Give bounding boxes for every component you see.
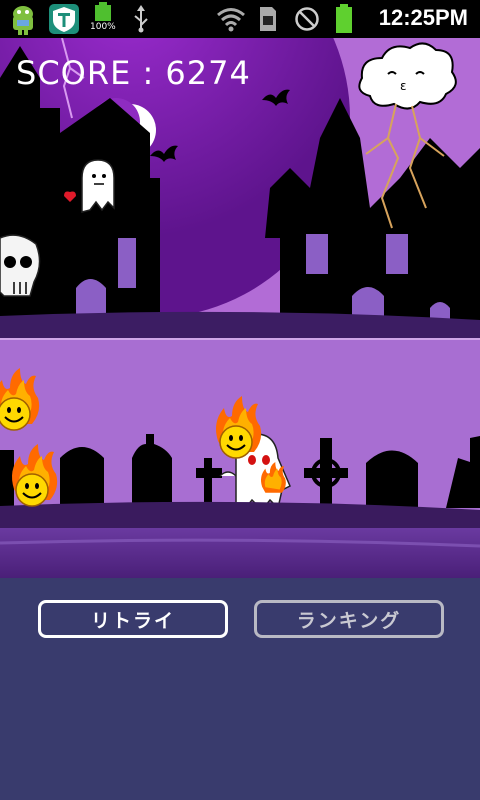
ranking-button[interactable]: ランキング [254, 600, 444, 638]
battery-percent: 100% [90, 22, 116, 32]
battery-small-icon [95, 2, 111, 21]
sim-card-icon [260, 7, 276, 31]
wifi-icon [217, 8, 245, 32]
score-display: SCORE : 6274 [16, 54, 251, 92]
no-signal-icon [295, 7, 319, 31]
battery-icon [336, 4, 352, 33]
status-bar: 100% 12:25PM [0, 0, 480, 38]
status-clock: 12:25PM [378, 5, 468, 30]
android-icon [13, 6, 33, 35]
svg-text:ε: ε [400, 79, 407, 93]
retry-button[interactable]: リトライ [38, 600, 228, 638]
usb-icon [134, 5, 148, 33]
t-shield-app-icon [49, 4, 79, 34]
game-scene[interactable]: ε [0, 38, 480, 578]
